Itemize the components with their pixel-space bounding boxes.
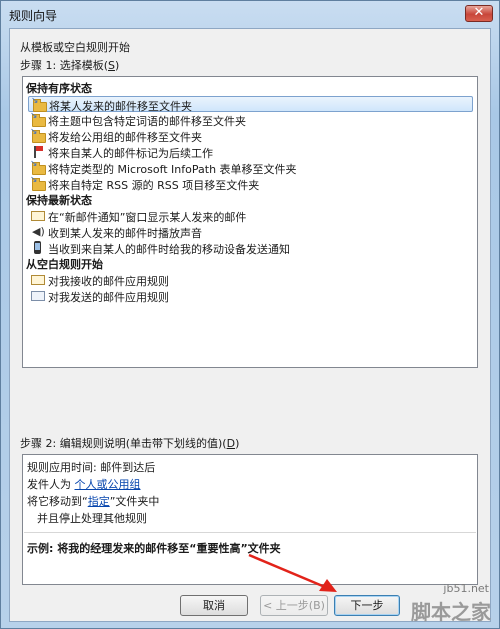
mobile-icon: [30, 241, 46, 254]
template-item[interactable]: ↘ 将特定类型的 Microsoft InfoPath 表单移至文件夹: [28, 159, 473, 176]
site-watermark: jb51.net 脚本之家: [355, 582, 495, 626]
desc-line-stop: 并且停止处理其他规则: [37, 512, 147, 525]
flag-icon: [30, 145, 46, 158]
title-bar[interactable]: 规则向导 ✕: [1, 1, 499, 27]
template-item-label: 将特定类型的 Microsoft InfoPath 表单移至文件夹: [48, 163, 297, 176]
desc-line-sender: 发件人为 个人或公用组: [27, 478, 141, 491]
template-item-label: 收到某人发来的邮件时播放声音: [48, 227, 202, 240]
template-item-label: 将来自特定 RSS 源的 RSS 项目移至文件夹: [48, 179, 260, 192]
template-item[interactable]: 将来自某人的邮件标记为后续工作: [28, 144, 473, 160]
desc-line-apply-time: 规则应用时间: 邮件到达后: [27, 461, 156, 474]
envelope-icon: [30, 273, 46, 286]
template-listbox[interactable]: 保持有序状态 ↘ 将某人发来的邮件移至文件夹 ↘ 将主题中包含特定词语的邮件移至文件夹 ↘…: [22, 76, 478, 368]
template-item-label: 在“新邮件通知”窗口显示某人发来的邮件: [48, 211, 247, 224]
template-item-label: 当收到来自某人的邮件时给我的移动设备发送通知: [48, 243, 290, 256]
rules-wizard-window: 规则向导 ✕ 从模板或空白规则开始 步骤 1: 选择模板(S) 保持有序状态 ↘ 将…: [0, 0, 500, 629]
template-item[interactable]: 对我发送的邮件应用规则: [28, 288, 473, 304]
specified-folder-link[interactable]: 指定: [88, 495, 110, 508]
step1-label: 步骤 1: 选择模板(S): [20, 59, 120, 72]
template-item[interactable]: ↘ 将主题中包含特定词语的邮件移至文件夹: [28, 111, 473, 128]
template-item-label: 将发给公用组的邮件移至文件夹: [48, 131, 202, 144]
template-item[interactable]: 对我接收的邮件应用规则: [28, 272, 473, 288]
template-item[interactable]: ↘ 将某人发来的邮件移至文件夹: [28, 96, 473, 113]
template-item[interactable]: 在“新邮件通知”窗口显示某人发来的邮件: [28, 208, 473, 224]
template-item[interactable]: 当收到来自某人的邮件时给我的移动设备发送通知: [28, 240, 473, 256]
step2-label: 步骤 2: 编辑规则说明(单击带下划线的值)(D): [20, 437, 240, 450]
annotation-arrow: [248, 553, 337, 592]
folder-icon: ↘: [30, 127, 46, 143]
template-item[interactable]: ↘ 将发给公用组的邮件移至文件夹: [28, 127, 473, 144]
folder-icon: ↘: [30, 111, 46, 127]
watermark-url: jb51.net: [443, 582, 489, 595]
intro-label: 从模板或空白规则开始: [20, 41, 130, 54]
description-divider: [24, 532, 476, 533]
speaker-icon: ◀): [32, 225, 45, 238]
people-or-group-link[interactable]: 个人或公用组: [75, 478, 141, 491]
template-item-label: 将主题中包含特定词语的邮件移至文件夹: [48, 115, 246, 128]
close-icon: ✕: [473, 5, 485, 20]
template-item-label: 对我接收的邮件应用规则: [48, 275, 169, 288]
cancel-button[interactable]: 取消: [180, 595, 248, 616]
watermark-text: 脚本之家: [411, 600, 491, 624]
window-title: 规则向导: [9, 9, 58, 23]
template-group-heading: 保持最新状态: [26, 194, 92, 207]
template-item-label: 对我发送的邮件应用规则: [48, 291, 169, 304]
envelope-icon: [30, 209, 46, 222]
template-group-heading: 从空白规则开始: [26, 258, 103, 271]
folder-icon: ↘: [30, 159, 46, 175]
folder-icon: ↘: [30, 175, 46, 191]
desc-line-move: 将它移动到“指定”文件夹中: [27, 495, 160, 508]
close-button[interactable]: ✕: [465, 5, 493, 22]
folder-icon: ↘: [31, 96, 47, 112]
template-item[interactable]: ↘ 将来自特定 RSS 源的 RSS 项目移至文件夹: [28, 175, 473, 192]
dialog-client-area: 从模板或空白规则开始 步骤 1: 选择模板(S) 保持有序状态 ↘ 将某人发来的邮件…: [9, 28, 491, 622]
template-group-heading: 保持有序状态: [26, 82, 92, 95]
template-item-label: 将来自某人的邮件标记为后续工作: [48, 147, 213, 160]
sent-envelope-icon: [30, 289, 46, 302]
template-item[interactable]: ◀) 收到某人发来的邮件时播放声音: [28, 224, 473, 240]
